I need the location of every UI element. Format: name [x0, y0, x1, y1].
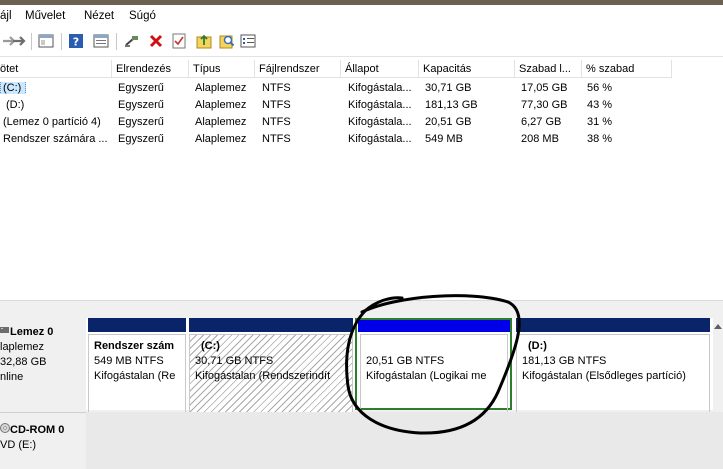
hand-drawn-circle-annotation	[345, 294, 521, 435]
